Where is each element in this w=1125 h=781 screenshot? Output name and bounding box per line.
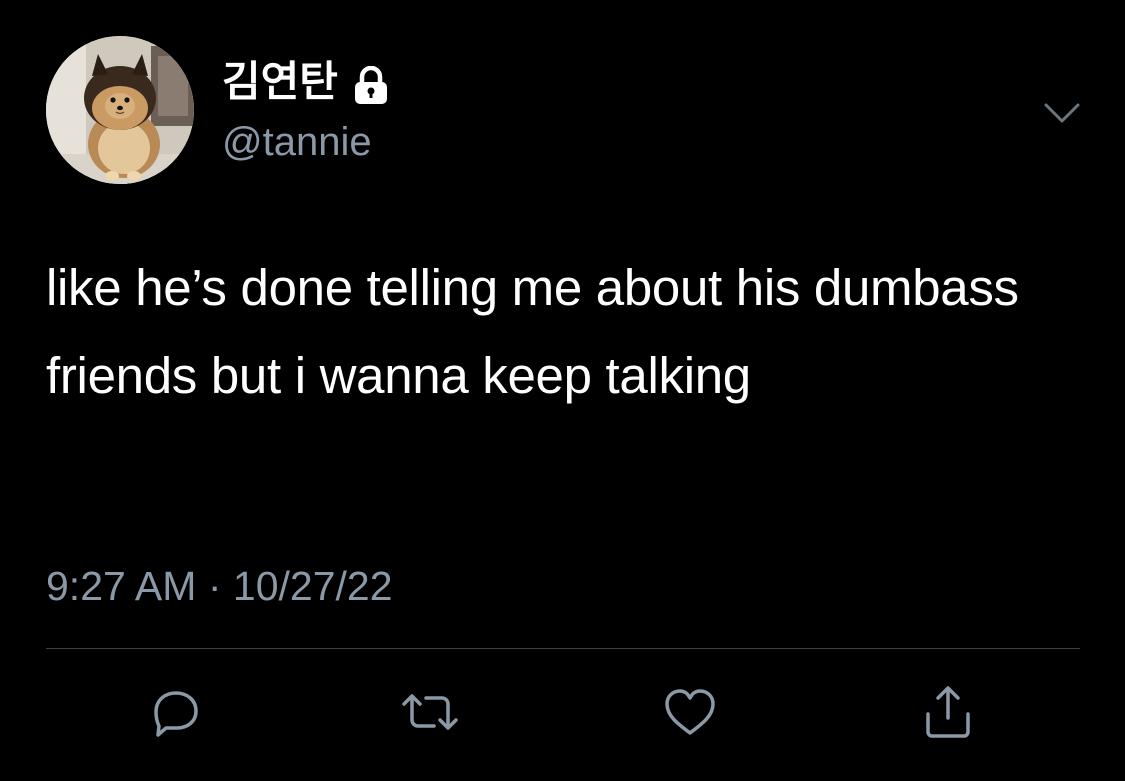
heart-icon[interactable]: [658, 680, 722, 744]
chevron-down-icon[interactable]: [1040, 96, 1084, 132]
display-name[interactable]: 김연탄: [222, 56, 338, 108]
lock-icon: [353, 65, 389, 106]
divider: [46, 648, 1080, 649]
user-handle[interactable]: @tannie: [222, 118, 372, 166]
retweet-icon[interactable]: [398, 680, 462, 744]
tweet-date: 10/27/22: [232, 563, 393, 609]
tweet-time: 9:27 AM: [46, 563, 197, 609]
tweet-text: like he’s done telling me about his dumb…: [46, 259, 1019, 404]
tweet: 김연탄 @tannie like he’s done telling me ab…: [0, 0, 1125, 781]
avatar[interactable]: [46, 36, 194, 184]
share-icon[interactable]: [916, 680, 980, 744]
reply-icon[interactable]: [144, 680, 208, 744]
timestamp-separator: ·: [207, 563, 222, 609]
tweet-timestamp[interactable]: 9:27 AM · 10/27/22: [46, 560, 393, 612]
